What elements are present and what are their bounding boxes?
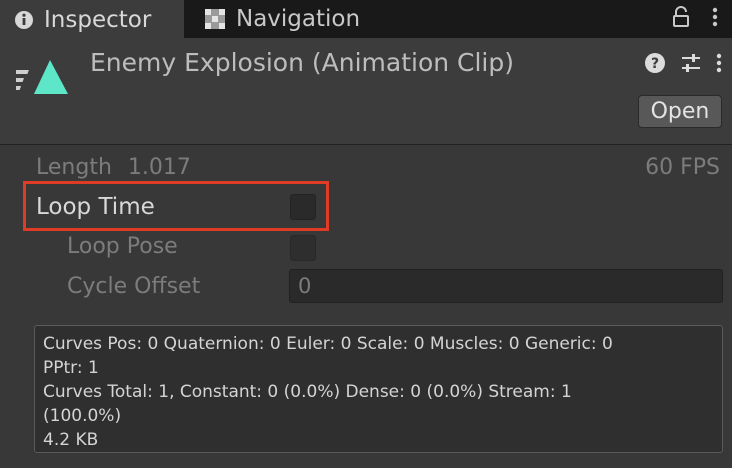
help-icon[interactable]: ? [644,52,666,78]
loop-time-highlight [23,181,329,231]
info-line-stream-percent: (100.0%) [43,406,122,426]
header-tools: ? [644,52,722,78]
tab-navigation-label: Navigation [236,6,361,32]
info-line-pptr: PPtr: 1 [43,358,99,378]
preset-sliders-icon[interactable] [680,52,702,78]
tab-inspector[interactable]: Inspector [0,0,184,38]
tab-navigation[interactable]: Navigation [190,0,380,38]
cycle-offset-label: Cycle Offset [67,274,201,299]
fps-label: 60 FPS [645,155,720,180]
info-line-totals: Curves Total: 1, Constant: 0 (0.0%) Dens… [43,382,572,402]
tab-inspector-label: Inspector [44,7,152,33]
loop-pose-checkbox[interactable] [290,235,316,261]
cycle-offset-input[interactable]: 0 [289,269,723,303]
open-button[interactable]: Open [638,95,722,128]
header-more-icon[interactable] [716,52,722,78]
lock-icon[interactable] [672,6,690,32]
more-vertical-icon[interactable] [712,6,718,32]
inspector-window: Inspector Navigation Enemy Explosion (An… [0,0,732,468]
info-line-size: 4.2 KB [43,430,99,450]
svg-text:?: ? [651,56,659,72]
length-row: Length 1.017 60 FPS [36,155,720,180]
loop-pose-label: Loop Pose [67,234,178,259]
navigation-icon [204,8,226,30]
length-label: Length [36,155,112,180]
info-icon [14,10,34,30]
info-line-curves: Curves Pos: 0 Quaternion: 0 Euler: 0 Sca… [43,334,613,354]
animation-clip-icon [6,56,70,104]
clip-title: Enemy Explosion (Animation Clip) [90,48,514,77]
tabbar-tools [672,6,718,32]
clip-info-box: Curves Pos: 0 Quaternion: 0 Euler: 0 Sca… [34,325,723,453]
tab-bar: Inspector Navigation [0,0,732,38]
length-value: 1.017 [127,155,191,180]
inspector-header: Enemy Explosion (Animation Clip) ? Open [0,38,732,145]
